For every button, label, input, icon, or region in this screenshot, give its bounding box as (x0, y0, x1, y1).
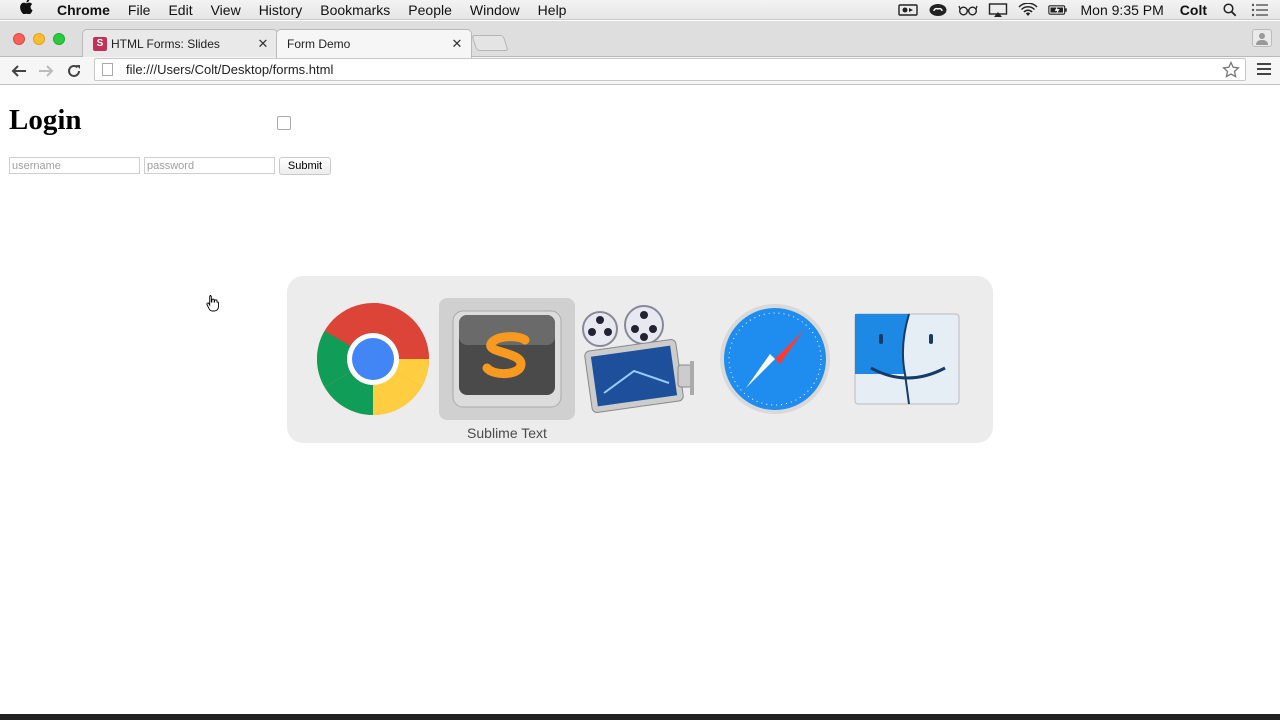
forward-arrow-icon[interactable] (35, 60, 57, 82)
menu-history[interactable]: History (250, 0, 312, 20)
app-switcher-label: Sublime Text (467, 425, 547, 441)
app-switcher-screenflow[interactable] (573, 298, 709, 420)
wifi-icon[interactable] (1017, 3, 1038, 17)
notification-center-icon[interactable] (1250, 3, 1270, 17)
chrome-menu-icon[interactable] (1257, 63, 1271, 77)
menu-help[interactable]: Help (529, 0, 576, 20)
spotlight-search-icon[interactable] (1220, 3, 1240, 17)
battery-icon[interactable] (1047, 3, 1068, 17)
new-tab-button[interactable] (471, 35, 509, 51)
screen-record-icon[interactable] (897, 3, 918, 17)
window-minimize-button[interactable] (33, 33, 45, 45)
page-favicon-icon (277, 116, 291, 130)
apple-menu-icon[interactable] (20, 0, 34, 20)
app-switcher-safari[interactable] (707, 298, 843, 420)
dock-edge (0, 714, 1280, 720)
address-url[interactable]: file:///Users/Colt/Desktop/forms.html (126, 62, 333, 77)
slides-favicon-icon: S (93, 36, 107, 51)
finder-icon (854, 313, 960, 405)
app-switcher: Sublime Text (287, 276, 993, 443)
glasses-icon[interactable] (957, 3, 978, 17)
window-zoom-button[interactable] (53, 33, 65, 45)
tab-strip: S HTML Forms: Slides ✕ Form Demo ✕ (0, 21, 1280, 130)
profile-icon[interactable] (1252, 29, 1272, 47)
tab-close-icon[interactable]: ✕ (449, 36, 465, 52)
tab-title: Form Demo (287, 37, 351, 51)
sublime-text-icon (452, 310, 562, 408)
app-switcher-finder[interactable] (839, 298, 975, 420)
window-close-button[interactable] (13, 33, 25, 45)
app-switcher-sublime-text[interactable] (439, 298, 575, 420)
chrome-icon (316, 303, 429, 416)
browser-toolbar: file:///Users/Colt/Desktop/forms.html (0, 57, 1280, 85)
address-bar[interactable]: file:///Users/Colt/Desktop/forms.html (94, 58, 1246, 81)
menu-view[interactable]: View (202, 0, 250, 20)
menu-people[interactable]: People (399, 0, 461, 20)
back-arrow-icon[interactable] (8, 60, 30, 82)
menu-bar: Chrome File Edit View History Bookmarks … (0, 0, 1280, 20)
menu-file[interactable]: File (119, 0, 160, 20)
menu-bookmarks[interactable]: Bookmarks (311, 0, 399, 20)
bookmark-star-icon[interactable] (1221, 60, 1241, 80)
tab-close-icon[interactable]: ✕ (255, 36, 271, 52)
tab-html-forms-slides[interactable]: S HTML Forms: Slides ✕ (82, 29, 278, 57)
creative-cloud-icon[interactable] (928, 3, 948, 17)
tab-title: HTML Forms: Slides (111, 36, 220, 51)
username-field[interactable] (9, 157, 140, 174)
menubar-user[interactable]: Colt (1172, 0, 1215, 20)
tab-form-demo[interactable]: Form Demo ✕ (276, 29, 472, 130)
reload-icon[interactable] (63, 60, 85, 82)
safari-icon (720, 304, 830, 414)
page-icon (102, 63, 113, 76)
airplay-icon[interactable] (988, 3, 1008, 17)
screenflow-icon (582, 305, 694, 413)
submit-button[interactable]: Submit (279, 157, 331, 175)
menubar-clock[interactable]: Mon 9:35 PM (1073, 0, 1172, 20)
app-switcher-chrome[interactable] (305, 298, 441, 420)
menu-app-name[interactable]: Chrome (48, 0, 119, 20)
hand-cursor-icon (206, 294, 220, 312)
menu-window[interactable]: Window (461, 0, 529, 20)
password-field[interactable] (144, 157, 275, 174)
page-title: Login (9, 104, 82, 136)
menu-edit[interactable]: Edit (159, 0, 201, 20)
